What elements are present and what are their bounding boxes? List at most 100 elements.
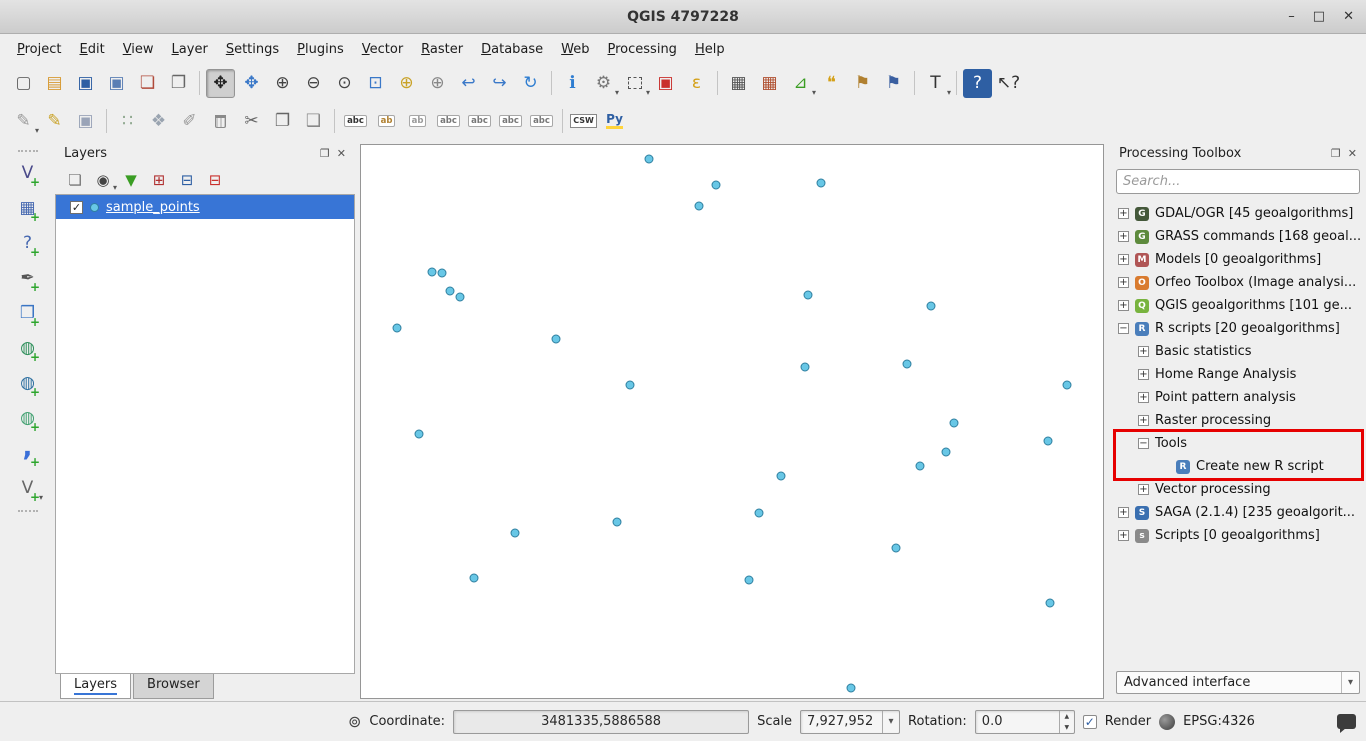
expand-icon[interactable]: + bbox=[1138, 369, 1149, 380]
labeling-icon[interactable]: abc bbox=[341, 107, 370, 136]
new-project-icon[interactable]: ▢ bbox=[9, 69, 38, 98]
measure-icon[interactable]: ⊿▾ bbox=[786, 69, 815, 98]
expand-icon[interactable]: + bbox=[1118, 530, 1129, 541]
identify-icon[interactable]: ℹ bbox=[558, 69, 587, 98]
new-bookmark-icon[interactable]: ⚑ bbox=[848, 69, 877, 98]
refresh-icon[interactable]: ↻ bbox=[516, 69, 545, 98]
tab-browser[interactable]: Browser bbox=[133, 674, 214, 699]
pan-map-icon[interactable]: ✥ bbox=[206, 69, 235, 98]
rotation-spinbox[interactable]: 0.0 ▲ ▼ bbox=[975, 710, 1075, 734]
expand-icon[interactable]: + bbox=[1118, 507, 1129, 518]
add-spatialite-layer-icon[interactable]: ✒ bbox=[13, 264, 42, 293]
rotation-down-icon[interactable]: ▼ bbox=[1060, 722, 1074, 733]
toolbox-item[interactable]: +Basic statistics bbox=[1110, 340, 1366, 363]
extents-toggle-icon[interactable]: ⊚ bbox=[348, 712, 361, 731]
dropdown-arrow-icon[interactable]: ▾ bbox=[615, 88, 619, 97]
dropdown-arrow-icon[interactable]: ▾ bbox=[39, 493, 43, 502]
save-edits-icon[interactable]: ▣ bbox=[71, 107, 100, 136]
expand-icon[interactable]: + bbox=[1138, 392, 1149, 403]
move-feature-icon[interactable]: ❖ bbox=[144, 107, 173, 136]
dropdown-arrow-icon[interactable]: ▾ bbox=[947, 88, 951, 97]
zoom-native-icon[interactable]: ⊙ bbox=[330, 69, 359, 98]
toolbox-item[interactable]: +MModels [0 geoalgorithms] bbox=[1110, 248, 1366, 271]
tab-layers[interactable]: Layers bbox=[60, 674, 131, 699]
help-icon[interactable]: ? bbox=[963, 69, 992, 98]
menu-layer[interactable]: Layer bbox=[163, 38, 217, 61]
log-messages-icon[interactable] bbox=[1337, 714, 1356, 729]
expand-icon[interactable]: + bbox=[1118, 231, 1129, 242]
float-panel-icon[interactable]: ❐ bbox=[1331, 147, 1341, 160]
toolbox-item[interactable]: −Tools bbox=[1110, 432, 1366, 455]
add-raster-layer-icon[interactable]: ▦ bbox=[13, 194, 42, 223]
toggle-editing-icon[interactable]: ✎ bbox=[40, 107, 69, 136]
dropdown-arrow-icon[interactable]: ▾ bbox=[113, 183, 117, 192]
minimize-button[interactable]: – bbox=[1288, 9, 1295, 24]
show-bookmarks-icon[interactable]: ⚑ bbox=[879, 69, 908, 98]
menu-vector[interactable]: Vector bbox=[353, 38, 412, 61]
metasearch-csw-icon[interactable]: CSW bbox=[569, 107, 598, 136]
collapse-icon[interactable]: − bbox=[1118, 323, 1129, 334]
remove-layer-icon[interactable]: ⊟ bbox=[202, 167, 228, 193]
zoom-last-icon[interactable]: ↩ bbox=[454, 69, 483, 98]
coordinate-field[interactable]: 3481335,5886588 bbox=[453, 710, 749, 734]
layer-visibility-checkbox[interactable]: ✓ bbox=[70, 201, 83, 214]
new-shapefile-layer-icon[interactable]: V▾ bbox=[13, 474, 42, 503]
dropdown-arrow-icon[interactable]: ▾ bbox=[646, 88, 650, 97]
toolbox-item[interactable]: +sScripts [0 geoalgorithms] bbox=[1110, 524, 1366, 547]
new-composer-icon[interactable]: ❏ bbox=[133, 69, 162, 98]
toolbox-item[interactable]: +QQGIS geoalgorithms [101 ge... bbox=[1110, 294, 1366, 317]
close-panel-icon[interactable]: ✕ bbox=[1348, 147, 1357, 160]
map-canvas[interactable] bbox=[360, 144, 1104, 699]
collapse-icon[interactable]: − bbox=[1138, 438, 1149, 449]
add-delimited-text-layer-icon[interactable]: , bbox=[13, 439, 42, 468]
attribute-table-icon[interactable]: ▦ bbox=[724, 69, 753, 98]
toolbox-item[interactable]: +Raster processing bbox=[1110, 409, 1366, 432]
zoom-out-icon[interactable]: ⊖ bbox=[299, 69, 328, 98]
add-feature-icon[interactable]: ∷ bbox=[113, 107, 142, 136]
expand-all-icon[interactable]: ⊞ bbox=[146, 167, 172, 193]
layer-item-sample-points[interactable]: ✓ sample_points bbox=[56, 195, 354, 219]
menu-web[interactable]: Web bbox=[552, 38, 598, 61]
select-features-icon[interactable]: ▾ bbox=[620, 69, 649, 98]
filter-legend-icon[interactable]: ▼ bbox=[118, 167, 144, 193]
label-pin-icon[interactable]: ab bbox=[372, 107, 401, 136]
collapse-all-icon[interactable]: ⊟ bbox=[174, 167, 200, 193]
menu-help[interactable]: Help bbox=[686, 38, 734, 61]
crs-status[interactable]: EPSG:4326 bbox=[1183, 714, 1255, 729]
toolbox-item[interactable]: +GGRASS commands [168 geoal... bbox=[1110, 225, 1366, 248]
open-project-icon[interactable]: ▤ bbox=[40, 69, 69, 98]
toolbox-item[interactable]: +SSAGA (2.1.4) [235 geoalgorit... bbox=[1110, 501, 1366, 524]
menu-plugins[interactable]: Plugins bbox=[288, 38, 353, 61]
copy-features-icon[interactable]: ❐ bbox=[268, 107, 297, 136]
menu-settings[interactable]: Settings bbox=[217, 38, 288, 61]
add-wfs-layer-icon[interactable]: ◍ bbox=[13, 404, 42, 433]
select-by-expression-icon[interactable]: ε bbox=[682, 69, 711, 98]
delete-selected-icon[interactable] bbox=[206, 107, 235, 136]
toolbox-item[interactable]: +Point pattern analysis bbox=[1110, 386, 1366, 409]
paste-features-icon[interactable]: ❑ bbox=[299, 107, 328, 136]
add-mssql-layer-icon[interactable]: ❒ bbox=[13, 299, 42, 328]
label-rotate-icon[interactable]: abc bbox=[465, 107, 494, 136]
add-postgis-layer-icon[interactable]: ? bbox=[13, 229, 42, 258]
zoom-next-icon[interactable]: ↪ bbox=[485, 69, 514, 98]
expand-icon[interactable]: + bbox=[1138, 484, 1149, 495]
manage-visibility-icon[interactable]: ◉▾ bbox=[90, 167, 116, 193]
menu-edit[interactable]: Edit bbox=[71, 38, 114, 61]
menu-view[interactable]: View bbox=[114, 38, 163, 61]
toolbox-search-input[interactable] bbox=[1116, 169, 1360, 194]
crs-globe-icon[interactable] bbox=[1159, 714, 1175, 730]
zoom-to-selection-icon[interactable]: ⊕ bbox=[392, 69, 421, 98]
chevron-down-icon[interactable]: ▾ bbox=[1341, 672, 1359, 693]
add-vector-layer-icon[interactable]: V bbox=[13, 159, 42, 188]
field-calculator-icon[interactable]: ▦ bbox=[755, 69, 784, 98]
close-panel-icon[interactable]: ✕ bbox=[337, 147, 346, 160]
python-console-icon[interactable]: Py bbox=[600, 107, 629, 136]
save-project-icon[interactable]: ▣ bbox=[71, 69, 100, 98]
toolbox-item[interactable]: RCreate new R script bbox=[1110, 455, 1366, 478]
node-tool-icon[interactable]: ✐ bbox=[175, 107, 204, 136]
map-tips-icon[interactable]: ❝ bbox=[817, 69, 846, 98]
label-change-icon[interactable]: abc bbox=[496, 107, 525, 136]
maximize-button[interactable]: □ bbox=[1313, 9, 1325, 24]
zoom-to-layer-icon[interactable]: ⊕ bbox=[423, 69, 452, 98]
toolbox-item[interactable]: +OOrfeo Toolbox (Image analysi... bbox=[1110, 271, 1366, 294]
